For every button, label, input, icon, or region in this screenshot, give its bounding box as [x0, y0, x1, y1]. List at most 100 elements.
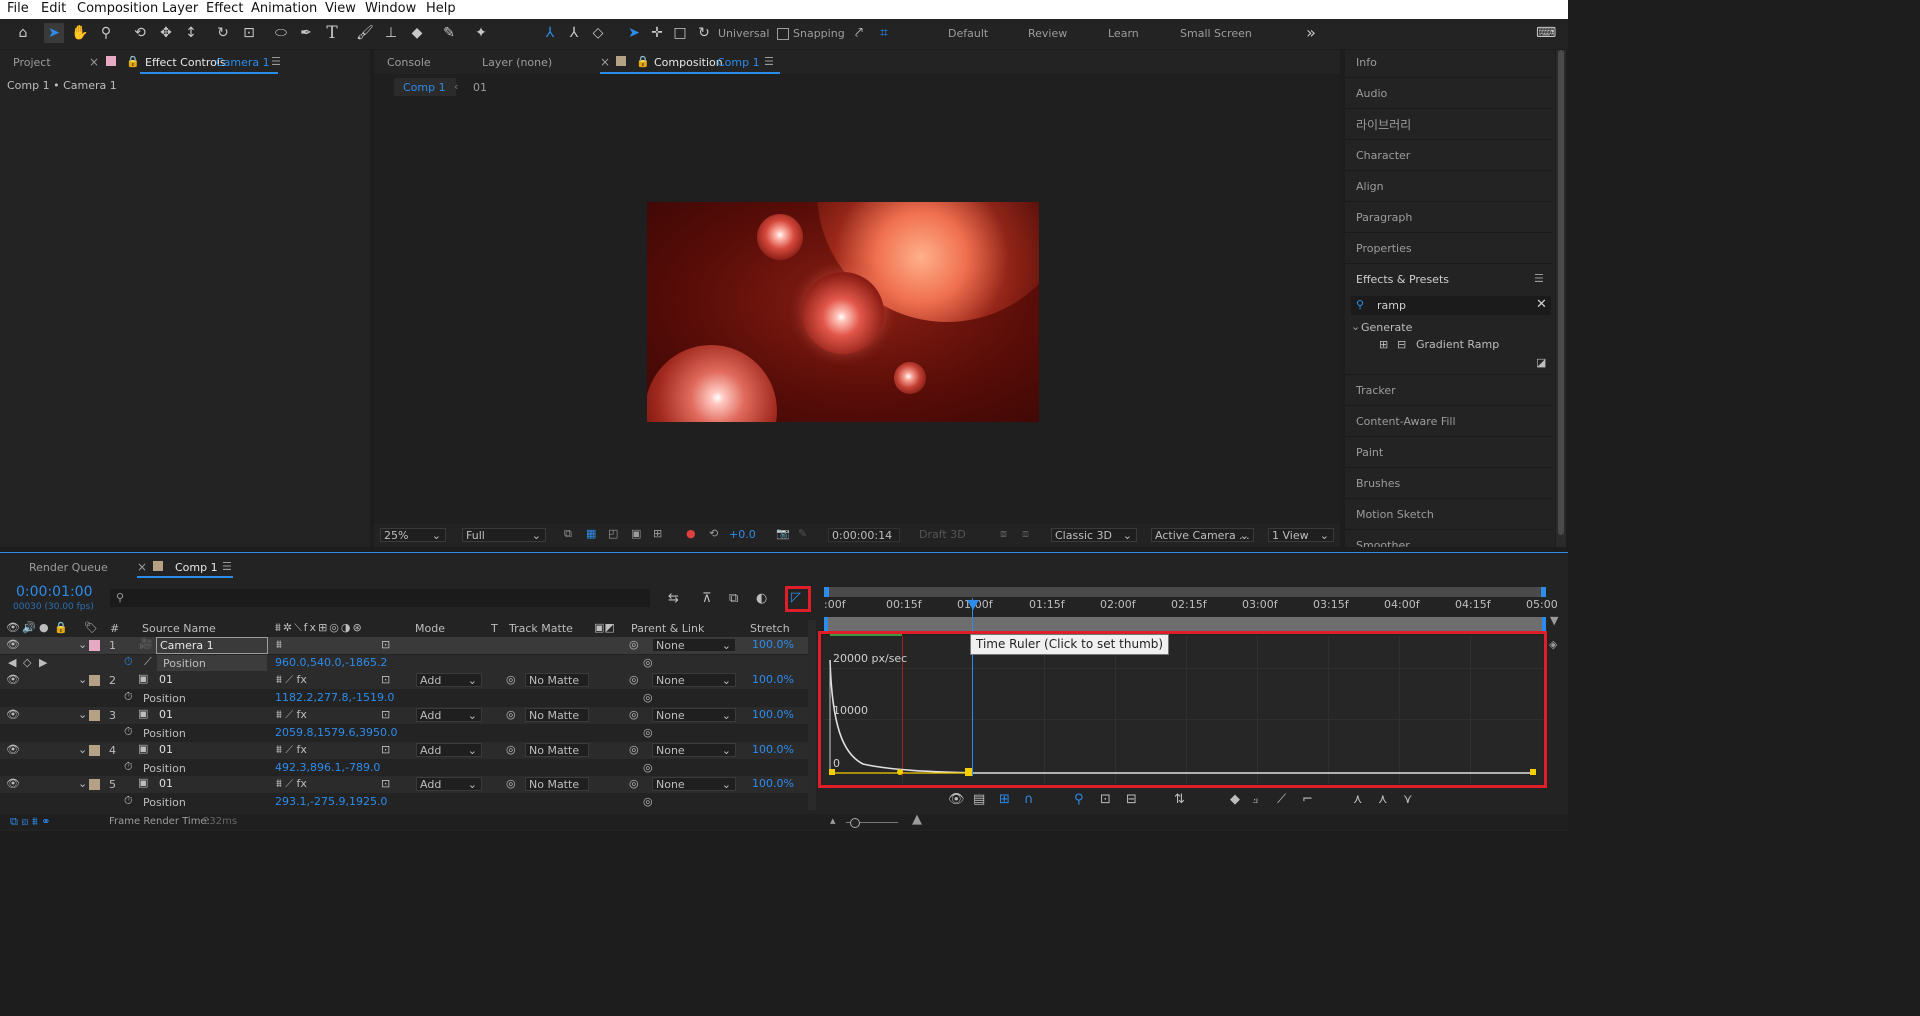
effects-category[interactable]: Generate — [1361, 321, 1412, 334]
switch-icons[interactable]: ⩩ ⟋ fx — [276, 708, 307, 722]
layer-name[interactable]: 01 — [159, 673, 173, 686]
current-time-display[interactable]: 0:00:01:00 — [16, 584, 93, 600]
home-icon[interactable]: ⌂ — [13, 23, 33, 43]
track-matte-dropdown[interactable]: No Matte — [525, 777, 589, 791]
menu-animation[interactable]: Animation — [251, 1, 317, 16]
rotate-tool-icon[interactable]: ↻ — [213, 23, 233, 43]
layer-name[interactable]: 01 — [159, 708, 173, 721]
type-tool-icon[interactable]: T — [322, 23, 342, 43]
track-matte-header[interactable]: Track Matte — [509, 622, 573, 635]
lock-icon[interactable]: 🔒 — [636, 55, 650, 68]
show-snapshot-icon[interactable]: ✎ — [798, 527, 807, 540]
zoom-out-icon[interactable]: ▴ — [830, 814, 836, 827]
duration-end[interactable] — [1542, 617, 1546, 631]
property-row[interactable]: ⏱ Position 293.1,-275.9,1925.0 ◎ — [0, 794, 808, 810]
snap-target-icon[interactable]: ⌗ — [874, 23, 894, 43]
menu-edit[interactable]: Edit — [41, 1, 66, 16]
layer-name[interactable]: 01 — [159, 743, 173, 756]
property-row[interactable]: ⏱ Position 2059.8,1579.6,3950.0 ◎ — [0, 725, 808, 742]
magnification-dropdown[interactable]: 25% ⌄ — [380, 528, 446, 542]
label-color-swatch[interactable] — [89, 745, 100, 756]
anchor-tool-icon[interactable]: ⊡ — [239, 23, 259, 43]
axis-world-icon[interactable]: ⅄ — [564, 23, 584, 43]
transparency-grid-icon[interactable]: ▦ — [586, 527, 596, 540]
menu-view[interactable]: View — [325, 1, 356, 16]
property-row[interactable]: ◀ ◇ ▶ ⏱ ⟋ Position 960.0,540.0,-1865.2 ◎ — [0, 655, 808, 672]
roto-brush-icon[interactable]: ✎ — [439, 23, 459, 43]
frame-blending-icon[interactable]: ⧉ — [729, 591, 738, 606]
duration-start[interactable] — [824, 617, 828, 631]
pick-whip-icon[interactable]: ◎ — [643, 726, 653, 739]
parent-dropdown[interactable]: None ⌄ — [652, 708, 736, 722]
panel-paint[interactable]: Paint — [1356, 446, 1383, 459]
layer-row[interactable]: 👁 ⌄ 1 🎥 Camera 1 ⩩ ⊡ ◎ None ⌄ 100.0% — [0, 637, 808, 654]
blend-mode-dropdown[interactable]: Add ⌄ — [416, 673, 482, 687]
pick-whip-icon[interactable]: ◎ — [629, 673, 639, 686]
stopwatch-icon[interactable]: ⏱ — [124, 690, 133, 704]
panel-brushes[interactable]: Brushes — [1356, 477, 1400, 490]
pick-whip-icon[interactable]: ◎ — [643, 761, 653, 774]
draft-3d-toggle[interactable]: Draft 3D — [919, 528, 966, 541]
blend-mode-dropdown[interactable]: Add ⌄ — [416, 708, 482, 722]
close-tab-icon[interactable]: × — [600, 55, 610, 69]
graph-include-icon[interactable]: ⟋ — [144, 655, 152, 669]
work-area-end[interactable] — [1541, 587, 1546, 597]
track-matte-dropdown[interactable]: No Matte — [525, 673, 589, 687]
stretch-value[interactable]: 100.0% — [752, 673, 794, 686]
panel-menu-icon[interactable]: ☰ — [222, 560, 232, 573]
convert-keyframe-icon[interactable]: ⌐ — [1302, 792, 1313, 807]
3d-ground-icon[interactable]: ⧇ — [1000, 527, 1007, 541]
panel-character[interactable]: Character — [1356, 149, 1410, 162]
stretch-header[interactable]: Stretch — [750, 622, 790, 635]
workspace-learn[interactable]: Learn — [1108, 27, 1139, 40]
universal-rotate-icon[interactable]: ↻ — [694, 23, 714, 43]
3d-layer-icon[interactable]: ⊡ — [381, 638, 390, 651]
tab-project[interactable]: Project — [13, 56, 51, 69]
tab-console[interactable]: Console — [387, 56, 431, 69]
snap-options-icon[interactable]: ⤤ — [849, 23, 869, 43]
exposure-value[interactable]: +0.0 — [729, 528, 756, 541]
pen-tool-icon[interactable]: ✒ — [296, 23, 316, 43]
view-layout-dropdown[interactable]: 1 View ⌄ — [1268, 528, 1334, 542]
shy-switch-icon[interactable]: ⩩ — [276, 638, 282, 652]
panel-properties[interactable]: Properties — [1356, 242, 1412, 255]
tab-effect-controls[interactable]: Effect Controls — [145, 56, 226, 69]
edit-keyframe-icon[interactable]: ⇅ — [1174, 792, 1185, 807]
workspace-default[interactable]: Default — [948, 27, 988, 40]
close-tab-icon[interactable]: × — [137, 560, 147, 574]
pan-camera-icon[interactable]: ✥ — [156, 23, 176, 43]
effect-gradient-ramp[interactable]: Gradient Ramp — [1416, 338, 1499, 351]
close-tab-icon[interactable]: × — [89, 55, 99, 69]
panel-effects-presets[interactable]: Effects & Presets — [1356, 273, 1449, 286]
motion-blur-icon[interactable]: ◐ — [756, 591, 767, 606]
chevron-down-icon[interactable]: ⌄ — [78, 743, 87, 756]
visibility-eye-icon[interactable]: 👁 — [6, 743, 20, 756]
chevron-down-icon[interactable]: ⌄ — [78, 638, 87, 651]
more-workspaces-icon[interactable]: » — [1301, 23, 1321, 43]
pick-whip-icon[interactable]: ◎ — [629, 708, 639, 721]
pick-whip-icon[interactable]: ◎ — [629, 743, 639, 756]
blend-mode-dropdown[interactable]: Add ⌄ — [416, 777, 482, 791]
puppet-pin-icon[interactable]: ✦ — [471, 23, 491, 43]
position-value[interactable]: 293.1,-275.9,1925.0 — [275, 795, 387, 808]
prev-keyframe-icon[interactable]: ◀ — [8, 656, 16, 669]
panel-menu-icon[interactable]: ☰ — [271, 55, 281, 68]
panel-paragraph[interactable]: Paragraph — [1356, 211, 1412, 224]
lock-icon[interactable]: 🔒 — [126, 55, 140, 68]
menu-window[interactable]: Window — [365, 1, 416, 16]
matte-pick-whip-icon[interactable]: ◎ — [506, 777, 516, 790]
layer-name-field[interactable]: Camera 1 — [156, 637, 268, 654]
parent-dropdown[interactable]: None ⌄ — [652, 777, 736, 791]
chevron-down-icon[interactable]: ⌄ — [78, 708, 87, 721]
universal-scale-icon[interactable]: □ — [670, 23, 690, 43]
time-ruler[interactable]: :00f 00:15f 01:00f 01:15f 02:00f 02:15f … — [824, 598, 1558, 616]
easy-ease-in-icon[interactable]: ⋏ — [1378, 792, 1388, 807]
effects-search-field[interactable]: ⚲ ramp ✕ — [1351, 296, 1551, 315]
pick-whip-icon[interactable]: ◎ — [629, 777, 639, 790]
zoom-slider-thumb[interactable] — [850, 818, 860, 828]
current-time-field[interactable]: 0:00:00:14 — [828, 528, 900, 542]
layer-list-scrollbar[interactable] — [808, 620, 816, 810]
switch-icons[interactable]: ⩩ ⟋ fx — [276, 743, 307, 757]
layer-name[interactable]: 01 — [159, 777, 173, 790]
work-area-start[interactable] — [824, 587, 829, 597]
